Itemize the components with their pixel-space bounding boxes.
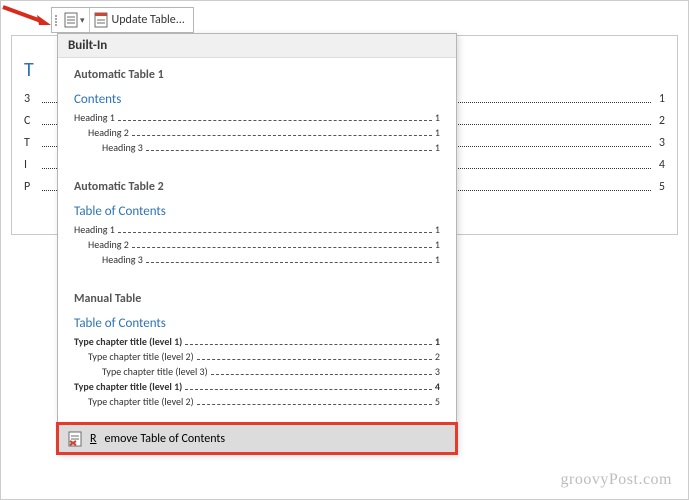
toc-row-page: 1 — [435, 126, 440, 139]
toc-row-label: Heading 3 — [102, 141, 143, 154]
toc-preview-row: Type chapter title (level 3) 3 — [74, 365, 440, 378]
leader-dots — [132, 135, 432, 136]
gallery-item-auto-table-1[interactable]: Automatic Table 1 Contents Heading 11Hea… — [58, 58, 456, 170]
remove-toc-menuitem[interactable]: Remove Table of Contents — [58, 424, 456, 453]
gallery-item-manual-table[interactable]: Manual Table Table of Contents Type chap… — [58, 282, 456, 424]
toc-preview-row: Type chapter title (level 1) 1 — [74, 335, 440, 348]
leader-dots — [197, 404, 432, 405]
toc-preview-row: Type chapter title (level 2) 5 — [74, 395, 440, 408]
toc-toolbar: ▾ Update Table... — [51, 7, 194, 33]
toc-preview-row: Heading 3 1 — [74, 253, 440, 266]
toc-row-label: Type chapter title (level 1) — [74, 335, 182, 348]
toc-preview-row: Type chapter title (level 1) 4 — [74, 380, 440, 393]
doc-toc-row-page: 1 — [655, 92, 665, 106]
update-table-button[interactable]: Update Table... — [90, 8, 193, 32]
toc-caption: Contents — [74, 92, 440, 107]
toc-caption: Table of Contents — [74, 316, 440, 331]
toc-row-page: 1 — [435, 141, 440, 154]
toc-row-label: Type chapter title (level 2) — [88, 350, 194, 363]
toc-caption: Table of Contents — [74, 204, 440, 219]
leader-dots — [118, 120, 432, 121]
document-icon — [64, 12, 78, 28]
document-refresh-icon — [94, 12, 108, 28]
leader-dots — [185, 389, 432, 390]
doc-toc-row-prefix: C — [24, 114, 38, 128]
update-table-label: Update Table... — [112, 13, 185, 27]
toc-row-label: Heading 2 — [88, 238, 129, 251]
doc-toc-row-page: 2 — [655, 114, 665, 128]
remove-toc-label-initial: R — [90, 432, 97, 446]
toc-row-label: Heading 2 — [88, 126, 129, 139]
doc-toc-row-page: 4 — [655, 158, 665, 172]
gallery-item-title: Automatic Table 1 — [74, 68, 440, 82]
toc-row-page: 3 — [435, 365, 440, 378]
toc-preview-row: Heading 1 1 — [74, 223, 440, 236]
leader-dots — [132, 247, 432, 248]
toc-row-label: Type chapter title (level 1) — [74, 380, 182, 393]
gallery-item-auto-table-2[interactable]: Automatic Table 2 Table of Contents Head… — [58, 170, 456, 282]
toc-gallery-dropdown: Built-In Automatic Table 1 Contents Head… — [57, 33, 457, 454]
toc-row-label: Type chapter title (level 3) — [102, 365, 208, 378]
leader-dots — [118, 232, 432, 233]
toc-row-label: Type chapter title (level 2) — [88, 395, 194, 408]
toc-gallery-button[interactable]: ▾ — [60, 8, 90, 32]
toc-row-page: 1 — [435, 111, 440, 124]
toc-row-page: 5 — [435, 395, 440, 408]
leader-dots — [211, 374, 432, 375]
watermark: groovyPost.com — [561, 471, 672, 489]
toc-row-page: 1 — [435, 253, 440, 266]
toc-row-page: 1 — [435, 238, 440, 251]
doc-toc-row-prefix: P — [24, 180, 38, 194]
doc-toc-row-prefix: 3 — [24, 92, 38, 106]
leader-dots — [146, 262, 432, 263]
toc-preview-row: Type chapter title (level 2) 2 — [74, 350, 440, 363]
toc-row-label: Heading 3 — [102, 253, 143, 266]
doc-toc-row-page: 3 — [655, 136, 665, 150]
gallery-section-header: Built-In — [58, 34, 456, 58]
gallery-item-title: Manual Table — [74, 292, 440, 306]
chevron-down-icon: ▾ — [80, 15, 85, 26]
doc-toc-row-prefix: I — [24, 158, 38, 172]
toc-row-page: 2 — [435, 350, 440, 363]
doc-toc-row-page: 5 — [655, 180, 665, 194]
toc-row-page: 1 — [435, 223, 440, 236]
toc-row-page: 1 — [435, 335, 440, 348]
leader-dots — [146, 150, 432, 151]
toc-preview-row: Heading 2 1 — [74, 126, 440, 139]
toolbar-grip[interactable] — [52, 8, 60, 32]
gallery-item-title: Automatic Table 2 — [74, 180, 440, 194]
toc-row-label: Heading 1 — [74, 223, 115, 236]
toc-preview-row: Heading 2 1 — [74, 238, 440, 251]
leader-dots — [185, 344, 432, 345]
leader-dots — [197, 359, 432, 360]
toc-preview-row: Heading 1 1 — [74, 111, 440, 124]
remove-toc-label: emove Table of Contents — [105, 432, 226, 446]
toc-row-label: Heading 1 — [74, 111, 115, 124]
doc-toc-row-prefix: T — [24, 136, 38, 150]
toc-preview-row: Heading 3 1 — [74, 141, 440, 154]
document-remove-icon — [68, 431, 82, 447]
toc-row-page: 4 — [435, 380, 440, 393]
callout-arrow — [1, 3, 51, 25]
